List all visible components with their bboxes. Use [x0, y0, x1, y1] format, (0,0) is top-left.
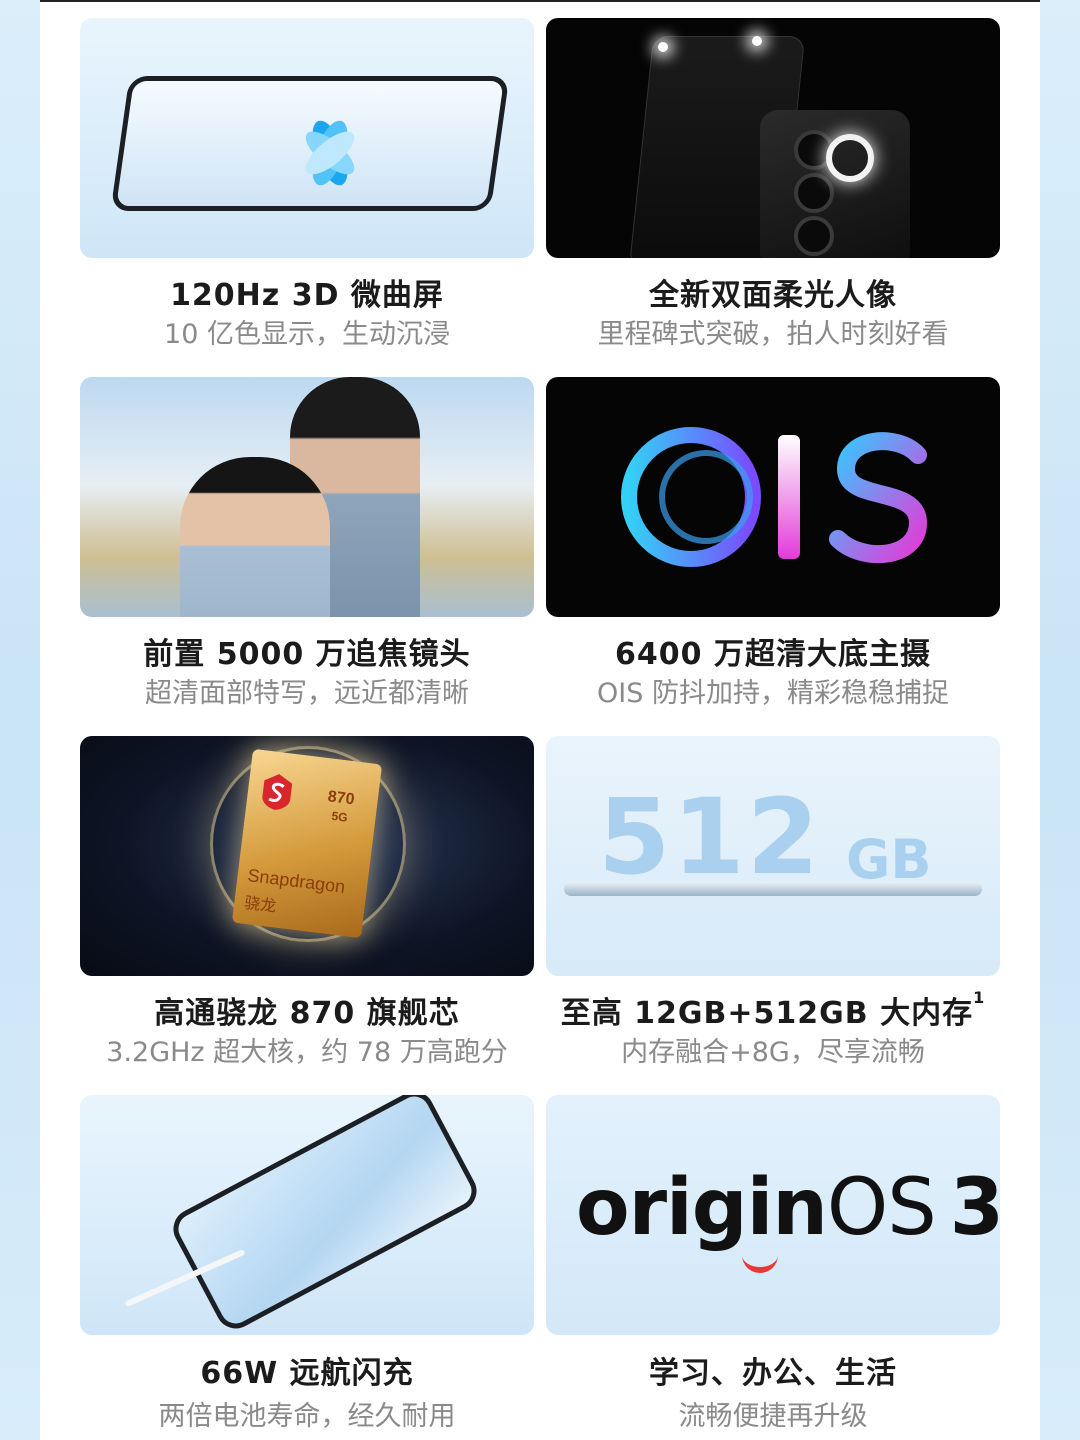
originos-logo-os: OS: [826, 1163, 937, 1253]
sparkle-icon: [658, 42, 668, 52]
card-originos: originOS 3: [546, 1095, 1000, 1335]
storage-number: 512: [598, 776, 822, 898]
card-fast-charge: [80, 1095, 534, 1335]
feature-title: 学习、办公、生活: [649, 1356, 897, 1391]
feature-title-text: 至高 12GB+512GB 大内存: [560, 996, 974, 1031]
feature-title: 66W 远航闪充: [200, 1356, 414, 1391]
card-front-camera: [80, 377, 534, 617]
feature-subtitle: OIS 防抖加持，精彩稳稳捕捉: [597, 678, 949, 709]
chip-model: 870: [326, 788, 356, 809]
snapdragon-chip-image: 870 5G Snapdragon 骁龙: [231, 748, 383, 939]
originos-logo-word: origin: [576, 1163, 828, 1253]
feature-title: 120Hz 3D 微曲屏: [170, 278, 444, 313]
originos-logo-number: 3: [949, 1163, 1000, 1253]
card-storage: 512 GB: [546, 736, 1000, 976]
ring-flash-icon: [826, 134, 874, 182]
card-snapdragon: 870 5G Snapdragon 骁龙: [80, 736, 534, 976]
portrait-photo-woman: [180, 457, 330, 617]
phone-side-image: [564, 882, 982, 896]
chip-brand-cn: 骁龙: [243, 894, 278, 916]
snapdragon-logo-icon: [262, 774, 293, 810]
right-background-strip: [1040, 0, 1080, 1440]
camera-lens-icon: [794, 216, 834, 256]
card-curved-screen: [80, 18, 534, 258]
card-dual-portrait: [546, 18, 1000, 258]
originos-logo: originOS 3: [576, 1163, 1000, 1253]
originos-smile-icon: [742, 1253, 778, 1273]
feature-subtitle: 10 亿色显示，生动沉浸: [164, 319, 450, 350]
feature-title: 6400 万超清大底主摄: [615, 637, 931, 672]
feature-title: 至高 12GB+512GB 大内存1: [546, 988, 1000, 1032]
feature-subtitle: 超清面部特写，远近都清晰: [145, 678, 469, 709]
phone-back-image: [760, 110, 910, 258]
card-ois: [546, 377, 1000, 617]
feature-subtitle: 两倍电池寿命，经久耐用: [158, 1401, 456, 1432]
left-background-strip: [0, 0, 40, 1440]
top-border: [40, 0, 1040, 2]
feature-title: 高通骁龙 870 旗舰芯: [154, 996, 460, 1031]
feature-title: 全新双面柔光人像: [649, 278, 897, 313]
feature-subtitle: 3.2GHz 超大核，约 78 万高跑分: [106, 1037, 508, 1068]
footnote-marker: 1: [973, 988, 986, 1007]
ois-glow-logo: [621, 427, 928, 567]
chip-5g: 5G: [330, 808, 349, 825]
phone-angled-image: [166, 1095, 484, 1335]
feature-title: 前置 5000 万追焦镜头: [143, 637, 471, 672]
camera-lens-icon: [794, 173, 834, 213]
sparkle-icon: [752, 36, 762, 46]
flower-wallpaper-icon: [305, 120, 355, 186]
feature-subtitle: 里程碑式突破，拍人时刻好看: [597, 319, 949, 350]
feature-subtitle: 内存融合+8G，尽享流畅: [621, 1037, 925, 1068]
feature-subtitle: 流畅便捷再升级: [678, 1401, 868, 1432]
